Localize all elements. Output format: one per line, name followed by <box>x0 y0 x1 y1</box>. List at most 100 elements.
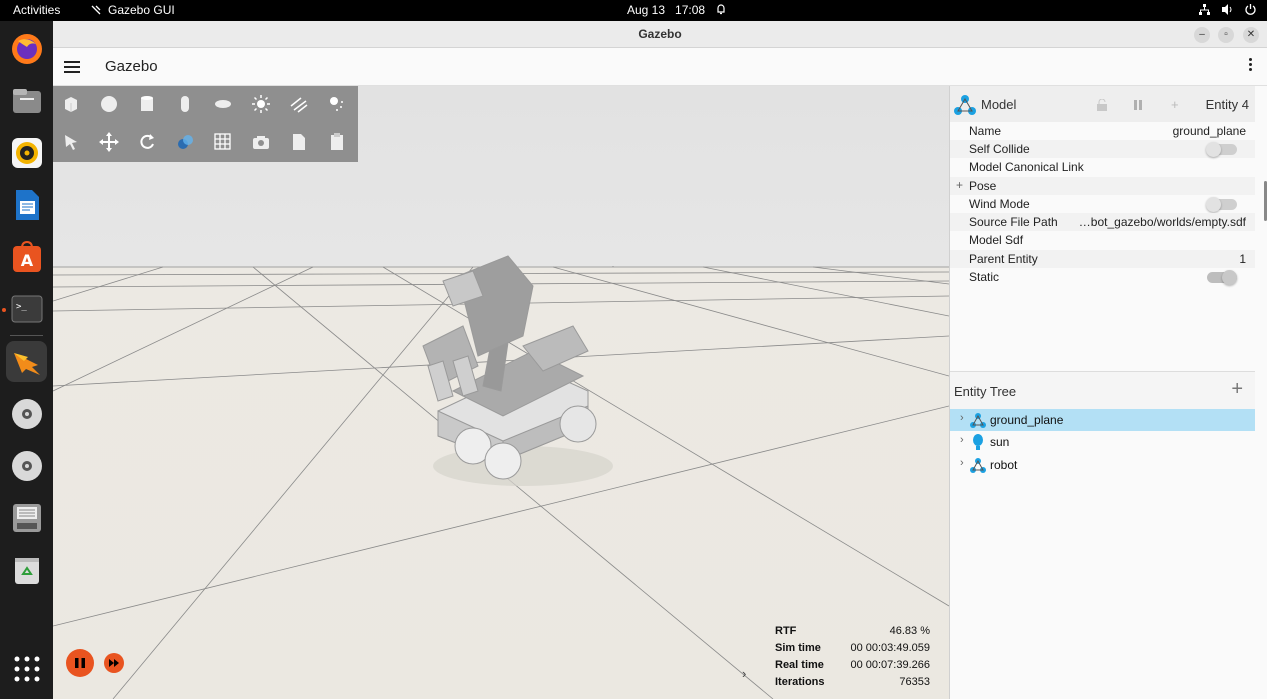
system-tray[interactable] <box>1198 3 1257 16</box>
dock-separator <box>10 335 43 336</box>
tree-item-ground-plane[interactable]: › ground_plane <box>950 409 1255 431</box>
maximize-button[interactable]: ▫ <box>1218 27 1234 43</box>
box-shape-icon[interactable] <box>59 92 83 116</box>
prop-label: Source File Path <box>969 215 1058 229</box>
app-center-icon[interactable]: A <box>6 236 47 277</box>
wind-mode-toggle[interactable] <box>1206 197 1237 212</box>
entity-tree-title: Entity Tree <box>954 384 1017 399</box>
add-icon[interactable]: + <box>1171 97 1179 112</box>
prop-static: Static <box>950 268 1255 286</box>
prop-name: Name ground_plane <box>950 122 1255 140</box>
component-type: Model <box>981 97 1017 112</box>
writer-icon[interactable] <box>6 184 47 225</box>
prop-label: Wind Mode <box>969 197 1030 211</box>
rotate-tool-icon[interactable] <box>135 130 159 154</box>
pause-button[interactable] <box>66 649 94 677</box>
pause-updates-icon[interactable] <box>1132 99 1144 111</box>
prop-value: 1 <box>1239 252 1246 266</box>
minimize-button[interactable]: – <box>1194 27 1210 43</box>
tree-item-label: robot <box>990 458 1018 472</box>
capsule-shape-icon[interactable] <box>173 92 197 116</box>
active-app-name: Gazebo GUI <box>108 3 175 17</box>
prop-model-sdf: Model Sdf <box>950 231 1255 249</box>
paste-icon[interactable] <box>325 130 349 154</box>
chevron-right-icon[interactable]: › <box>960 412 964 424</box>
volume-icon <box>1222 4 1232 15</box>
sim-time-label: Sim time <box>775 642 821 654</box>
sim-time-value: 00 00:03:49.059 <box>850 642 930 654</box>
grid-icon[interactable] <box>211 130 235 154</box>
clock-date: Aug 13 <box>627 3 666 17</box>
prop-label: Parent Entity <box>969 252 1038 266</box>
disk-icon[interactable] <box>6 497 47 538</box>
select-tool-icon[interactable] <box>59 130 83 154</box>
prop-label: Self Collide <box>969 142 1030 156</box>
prop-label: Model Canonical Link <box>969 160 1084 174</box>
entity-tree-header: Entity Tree + <box>950 371 1255 409</box>
cylinder-shape-icon[interactable] <box>135 92 159 116</box>
robot-model[interactable] <box>383 246 643 496</box>
lock-icon[interactable] <box>1096 99 1108 111</box>
chevron-right-icon[interactable]: › <box>960 434 964 446</box>
gazebo-icon[interactable] <box>6 341 47 382</box>
pause-icon <box>75 658 85 668</box>
network-icon <box>1199 4 1210 15</box>
model-icon <box>954 95 976 115</box>
static-toggle[interactable] <box>1207 270 1237 285</box>
clock-time: 17:08 <box>675 3 706 17</box>
rtf-label: RTF <box>775 625 797 637</box>
prop-parent-entity: Parent Entity 1 <box>950 250 1255 268</box>
self-collide-toggle[interactable] <box>1206 142 1237 157</box>
rhythmbox-icon[interactable] <box>6 132 47 173</box>
copy-icon[interactable] <box>287 130 311 154</box>
prop-canonical-link: Model Canonical Link <box>950 158 1255 176</box>
files-icon[interactable] <box>6 80 47 121</box>
iterations-value: 76353 <box>899 676 930 688</box>
point-light-icon[interactable] <box>249 92 273 116</box>
svg-text:A: A <box>20 251 33 270</box>
prop-pose[interactable]: + Pose <box>950 177 1255 195</box>
stats-expand-chevron-icon[interactable]: › <box>742 666 746 681</box>
tree-item-label: sun <box>990 435 1010 449</box>
active-app-menu[interactable]: Gazebo GUI <box>90 3 175 17</box>
alarm-bell-icon <box>717 4 725 15</box>
disc-icon[interactable] <box>6 445 47 486</box>
disc-icon[interactable] <box>6 393 47 434</box>
tree-item-robot[interactable]: › robot <box>950 454 1255 476</box>
directional-light-icon[interactable] <box>287 92 311 116</box>
3d-scene-viewport[interactable] <box>53 86 949 699</box>
prop-source-file: Source File Path …bot_gazebo/worlds/empt… <box>950 213 1255 231</box>
screenshot-icon[interactable] <box>249 130 273 154</box>
world-stats-overlay: RTF 46.83 % Sim time 00 00:03:49.059 Real … <box>775 625 930 693</box>
trash-icon[interactable] <box>6 549 47 590</box>
kebab-menu-icon[interactable] <box>1249 58 1253 73</box>
transform-control-icon[interactable] <box>173 130 197 154</box>
step-button[interactable] <box>104 653 124 673</box>
prop-self-collide: Self Collide <box>950 140 1255 158</box>
prop-value: …bot_gazebo/worlds/empty.sdf <box>1078 215 1246 229</box>
iterations-label: Iterations <box>775 676 825 688</box>
prop-value: ground_plane <box>1172 124 1246 138</box>
chevron-right-icon[interactable]: › <box>960 457 964 469</box>
clock[interactable]: Aug 13 17:08 <box>627 3 727 17</box>
right-panel: Model + Entity 4 Name ground_plane Self … <box>949 86 1267 699</box>
ellipsoid-shape-icon[interactable] <box>211 92 235 116</box>
terminal-icon[interactable]: >_ <box>6 288 47 329</box>
activities-button[interactable]: Activities <box>13 3 60 17</box>
add-entity-icon[interactable]: + <box>1231 378 1243 401</box>
expand-icon[interactable]: + <box>956 178 963 192</box>
hamburger-menu-icon[interactable] <box>64 58 80 74</box>
window-titlebar[interactable]: Gazebo – ▫ ✕ <box>53 21 1267 48</box>
sphere-shape-icon[interactable] <box>97 92 121 116</box>
model-icon <box>970 413 986 428</box>
prop-label: Name <box>969 124 1002 138</box>
prop-label: Model Sdf <box>969 233 1024 247</box>
translate-tool-icon[interactable] <box>97 130 121 154</box>
tree-item-sun[interactable]: › sun <box>950 431 1255 453</box>
show-apps-icon[interactable] <box>6 648 47 689</box>
close-button[interactable]: ✕ <box>1243 27 1259 43</box>
firefox-icon[interactable] <box>6 28 47 69</box>
spot-light-icon[interactable] <box>325 92 349 116</box>
light-bulb-icon <box>973 434 983 450</box>
app-title: Gazebo <box>105 58 158 75</box>
